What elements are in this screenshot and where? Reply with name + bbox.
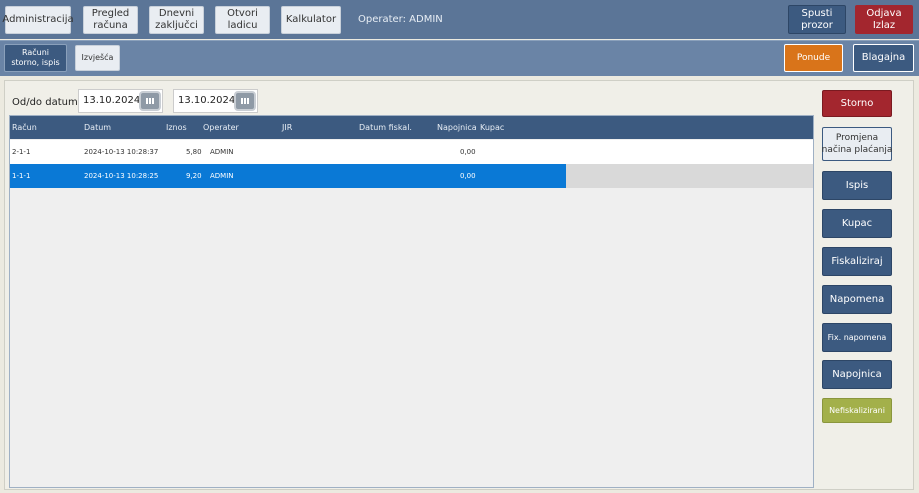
column-header[interactable]: Datum bbox=[84, 123, 111, 132]
cell-racun: 1-1-1 bbox=[12, 172, 31, 180]
blagajna-button[interactable]: Blagajna bbox=[853, 44, 914, 72]
pregled-racuna-button[interactable]: Pregled računa bbox=[83, 6, 138, 34]
otvori-ladicu-button[interactable]: Otvori ladicu bbox=[215, 6, 270, 34]
column-header[interactable]: JIR bbox=[282, 123, 292, 132]
ispis-button[interactable]: Ispis bbox=[822, 171, 892, 200]
administracija-button[interactable]: Administracija bbox=[2, 6, 74, 34]
kupac-button[interactable]: Kupac bbox=[822, 209, 892, 238]
row-filler bbox=[566, 164, 813, 188]
storno-button[interactable]: Storno bbox=[822, 90, 892, 117]
cell-racun: 2-1-1 bbox=[12, 148, 31, 156]
tab-izvjesca[interactable]: Izvješća bbox=[75, 45, 120, 71]
column-header[interactable]: Napojnica bbox=[437, 123, 477, 132]
column-header[interactable]: Iznos bbox=[166, 123, 187, 132]
cell-operater: ADMIN bbox=[210, 172, 234, 180]
calendar-icon[interactable] bbox=[234, 91, 256, 111]
napomena-button[interactable]: Napomena bbox=[822, 285, 892, 314]
fiskaliziraj-button[interactable]: Fiskaliziraj bbox=[822, 247, 892, 276]
napojnica-button[interactable]: Napojnica bbox=[822, 360, 892, 389]
calendar-icon[interactable] bbox=[139, 91, 161, 111]
cell-datum: 2024-10-13 10:28:25 bbox=[84, 172, 159, 180]
cell-operater: ADMIN bbox=[210, 148, 234, 156]
cell-iznos: 9,20 bbox=[186, 172, 202, 180]
nefiskalizirani-button[interactable]: Nefiskalizirani bbox=[822, 398, 892, 423]
date-to-value: 13.10.2024. bbox=[178, 95, 239, 106]
minimize-button[interactable]: Spusti prozor bbox=[788, 5, 846, 34]
table-header: Račun Datum Iznos Operater JIR Datum fis… bbox=[10, 116, 813, 139]
receipts-table: Račun Datum Iznos Operater JIR Datum fis… bbox=[9, 115, 814, 488]
ponude-button[interactable]: Ponude bbox=[784, 44, 843, 72]
tab-racuni[interactable]: Računi storno, ispis bbox=[4, 44, 67, 72]
cell-datum: 2024-10-13 10:28:37 bbox=[84, 148, 159, 156]
table-row[interactable]: 2-1-1 2024-10-13 10:28:37 5,80 ADMIN 0,0… bbox=[10, 140, 813, 164]
sub-toolbar bbox=[0, 40, 919, 76]
date-from-value: 13.10.2024. bbox=[83, 95, 144, 106]
date-range-label: Od/do datuma bbox=[12, 97, 84, 108]
kalkulator-button[interactable]: Kalkulator bbox=[281, 6, 341, 34]
column-header[interactable]: Datum fiskal. bbox=[359, 123, 412, 132]
operator-label: Operater: ADMIN bbox=[358, 14, 443, 25]
cell-napojnica: 0,00 bbox=[460, 172, 476, 180]
table-row-selected[interactable]: 1-1-1 2024-10-13 10:28:25 9,20 ADMIN 0,0… bbox=[10, 164, 566, 188]
cell-napojnica: 0,00 bbox=[460, 148, 476, 156]
cell-iznos: 5,80 bbox=[186, 148, 202, 156]
fix-napomena-button[interactable]: Fix. napomena bbox=[822, 323, 892, 352]
logout-button[interactable]: Odjava Izlaz bbox=[855, 5, 913, 34]
column-header[interactable]: Račun bbox=[12, 123, 37, 132]
promjena-placanja-button[interactable]: Promjena načina plaćanja bbox=[822, 127, 892, 161]
column-header[interactable]: Operater bbox=[203, 123, 239, 132]
column-header[interactable]: Kupac bbox=[480, 123, 504, 132]
dnevni-zakljucci-button[interactable]: Dnevni zaključci bbox=[149, 6, 204, 34]
date-from-input[interactable]: 13.10.2024. bbox=[78, 89, 163, 113]
date-to-input[interactable]: 13.10.2024. bbox=[173, 89, 258, 113]
